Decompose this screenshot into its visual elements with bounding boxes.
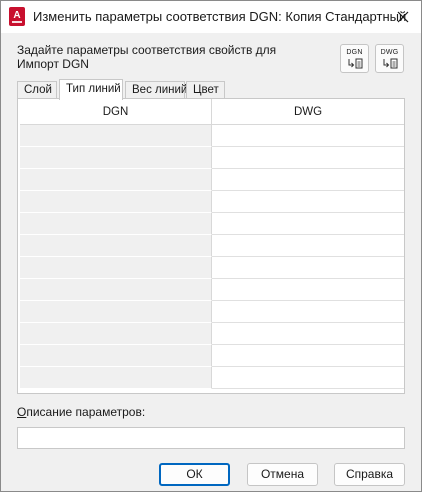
title-bar[interactable]: A Изменить параметры соответствия DGN: К… (1, 1, 421, 33)
cell-dgn[interactable] (20, 191, 212, 213)
table-row[interactable] (20, 345, 404, 367)
tab-linetype[interactable]: Тип линий (59, 79, 123, 100)
cancel-button[interactable]: Отмена (247, 463, 318, 486)
column-header-dgn[interactable]: DGN (20, 99, 212, 125)
cell-dwg[interactable] (212, 345, 404, 367)
instruction-line-2: Импорт DGN (17, 57, 89, 71)
description-field[interactable] (17, 427, 405, 449)
description-label: Описание параметров: (17, 405, 145, 419)
close-icon (397, 11, 409, 23)
map-arrow-file-icon (348, 58, 363, 69)
cell-dwg[interactable] (212, 323, 404, 345)
table-row[interactable] (20, 191, 404, 213)
autocad-app-icon: A (9, 7, 25, 26)
grid-header: DGN DWG (20, 99, 404, 125)
map-dgn-button[interactable]: DGN (340, 44, 369, 73)
description-label-accel: О (17, 405, 27, 419)
table-row[interactable] (20, 147, 404, 169)
cell-dgn[interactable] (20, 213, 212, 235)
table-row[interactable] (20, 169, 404, 191)
cell-dgn[interactable] (20, 301, 212, 323)
table-row[interactable] (20, 125, 404, 147)
cell-dgn[interactable] (20, 345, 212, 367)
mapping-grid[interactable]: DGN DWG (20, 99, 404, 393)
cell-dgn[interactable] (20, 323, 212, 345)
help-button[interactable]: Справка (334, 463, 405, 486)
cell-dgn[interactable] (20, 257, 212, 279)
table-row[interactable] (20, 213, 404, 235)
cell-dwg[interactable] (212, 213, 404, 235)
map-dwg-button[interactable]: DWG (375, 44, 404, 73)
map-dwg-label: DWG (380, 49, 399, 56)
table-row[interactable] (20, 323, 404, 345)
column-header-dwg[interactable]: DWG (212, 99, 404, 125)
description-label-text: писание параметров: (26, 405, 146, 419)
table-row[interactable] (20, 301, 404, 323)
cell-dwg[interactable] (212, 301, 404, 323)
cell-dgn[interactable] (20, 367, 212, 389)
cell-dwg[interactable] (212, 257, 404, 279)
cell-dgn[interactable] (20, 279, 212, 301)
table-row[interactable] (20, 257, 404, 279)
cell-dwg[interactable] (212, 279, 404, 301)
close-button[interactable] (389, 3, 417, 31)
tab-layer[interactable]: Слой (17, 81, 57, 99)
tab-color[interactable]: Цвет (186, 81, 225, 99)
cell-dwg[interactable] (212, 147, 404, 169)
svg-text:A: A (13, 10, 20, 21)
cell-dwg[interactable] (212, 367, 404, 389)
cell-dgn[interactable] (20, 147, 212, 169)
ok-button[interactable]: ОК (159, 463, 230, 486)
tab-panel: DGN DWG (17, 98, 405, 394)
cell-dwg[interactable] (212, 191, 404, 213)
cell-dwg[interactable] (212, 169, 404, 191)
tab-lineweight[interactable]: Вес линий (125, 81, 187, 99)
table-row[interactable] (20, 367, 404, 389)
cell-dgn[interactable] (20, 235, 212, 257)
table-row[interactable] (20, 235, 404, 257)
map-arrow-file-icon (383, 58, 398, 69)
instruction-text: Задайте параметры соответствия свойств д… (17, 43, 317, 71)
window-title: Изменить параметры соответствия DGN: Коп… (33, 9, 407, 24)
cell-dgn[interactable] (20, 125, 212, 147)
cell-dgn[interactable] (20, 169, 212, 191)
cell-dwg[interactable] (212, 125, 404, 147)
grid-rows (20, 125, 404, 389)
instruction-line-1: Задайте параметры соответствия свойств д… (17, 43, 277, 57)
dialog-window: A Изменить параметры соответствия DGN: К… (0, 0, 422, 492)
table-row[interactable] (20, 279, 404, 301)
map-dgn-label: DGN (346, 49, 363, 56)
cell-dwg[interactable] (212, 235, 404, 257)
